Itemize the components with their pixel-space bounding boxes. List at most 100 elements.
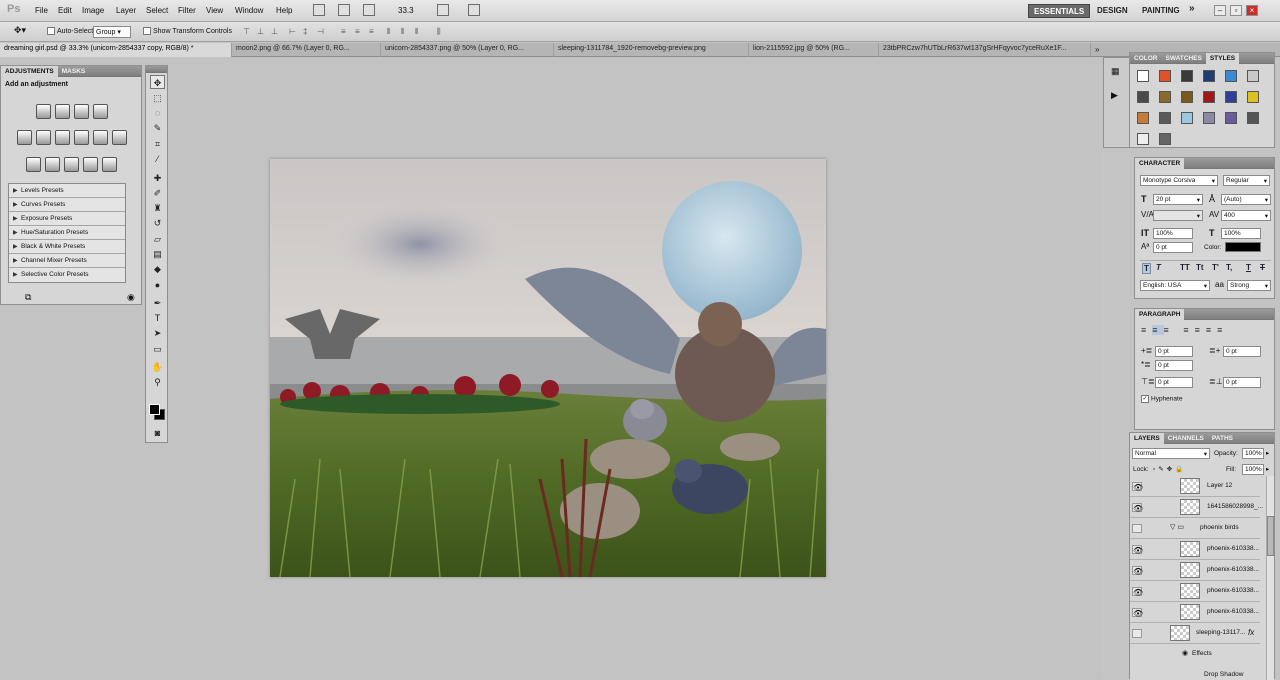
path-selection-tool-icon[interactable]: ➤ <box>150 326 165 340</box>
distribute-hcenter-icon[interactable]: ⦀ <box>401 27 411 37</box>
workspace-painting[interactable]: PAINTING <box>1137 4 1185 18</box>
view-extras-icon[interactable] <box>363 4 375 16</box>
opacity-slider-icon[interactable]: ▸ <box>1266 449 1269 457</box>
quick-mask-icon[interactable]: ◙ <box>150 426 165 440</box>
layer-row[interactable]: 👁 1641586028998_... <box>1130 497 1263 518</box>
screen-mode-icon[interactable] <box>468 4 480 16</box>
font-family-dropdown[interactable]: Monotype Corsiva ▾ <box>1140 175 1218 186</box>
layer-row[interactable]: 👁 phoenix-610338... <box>1130 602 1260 623</box>
history-panel-icon[interactable]: ▦ <box>1111 66 1120 77</box>
menu-layer[interactable]: Layer <box>116 6 136 15</box>
dodge-tool-icon[interactable]: ● <box>150 278 165 292</box>
layers-scrollbar-thumb[interactable] <box>1267 516 1274 556</box>
indent-right-field[interactable]: 0 pt <box>1223 346 1261 357</box>
opacity-field[interactable]: 100% <box>1242 448 1264 459</box>
preset-levels[interactable]: ▶ Levels Presets <box>9 184 125 198</box>
posterize-icon[interactable] <box>45 157 60 172</box>
tab-layers[interactable]: LAYERS <box>1130 433 1164 444</box>
clone-stamp-tool-icon[interactable]: ♜ <box>150 201 165 215</box>
photo-filter-icon[interactable] <box>93 130 108 145</box>
style-swatch[interactable] <box>1203 70 1215 82</box>
marquee-tool-icon[interactable]: ⬚ <box>150 91 165 105</box>
lasso-tool-icon[interactable]: ◌ <box>150 106 165 120</box>
tab-dreaming-girl[interactable]: dreaming girl.psd @ 33.3% (unicorn-28543… <box>0 43 232 57</box>
style-swatch[interactable] <box>1181 70 1193 82</box>
style-swatch[interactable] <box>1225 91 1237 103</box>
align-right-icon[interactable]: ⊣ <box>317 27 327 37</box>
auto-select-checkbox[interactable]: Auto-Select: <box>47 27 95 35</box>
style-swatch[interactable] <box>1137 70 1149 82</box>
distribute-bottom-icon[interactable]: ≡ <box>369 27 379 37</box>
pen-tool-icon[interactable]: ✒ <box>150 296 165 310</box>
clip-to-layer-icon[interactable]: ⧉ <box>25 292 31 303</box>
text-color-swatch[interactable] <box>1225 242 1261 252</box>
align-top-icon[interactable]: ⊤ <box>243 27 253 37</box>
small-caps-button[interactable]: Tt <box>1196 263 1204 272</box>
mini-bridge-icon[interactable] <box>338 4 350 16</box>
tab-channels[interactable]: CHANNELS <box>1164 433 1208 444</box>
fx-badge[interactable]: fx <box>1248 628 1254 637</box>
eye-icon[interactable]: 👁 <box>1132 503 1143 513</box>
style-swatch[interactable] <box>1203 91 1215 103</box>
tab-color[interactable]: COLOR <box>1130 53 1161 64</box>
tracking-field[interactable]: 400 ▾ <box>1221 210 1271 221</box>
preset-selective-color[interactable]: ▶ Selective Color Presets <box>9 268 125 282</box>
font-style-dropdown[interactable]: Regular ▾ <box>1223 175 1270 186</box>
indent-left-field[interactable]: 0 pt <box>1155 346 1193 357</box>
align-vcenter-icon[interactable]: ⊥ <box>257 27 267 37</box>
hue-saturation-icon[interactable] <box>36 130 51 145</box>
eye-icon[interactable]: 👁 <box>1132 545 1143 555</box>
blend-mode-dropdown[interactable]: Normal ▾ <box>1132 448 1210 459</box>
align-bottom-icon[interactable]: ⊥ <box>271 27 281 37</box>
more-tabs-icon[interactable]: » <box>1091 43 1103 57</box>
style-swatch[interactable] <box>1181 112 1193 124</box>
visibility-box[interactable] <box>1132 524 1142 533</box>
layer-row[interactable]: Drop Shadow <box>1130 665 1260 680</box>
foreground-color-swatch[interactable] <box>149 404 160 415</box>
space-after-field[interactable]: 0 pt <box>1223 377 1261 388</box>
tab-adjustments[interactable]: ADJUSTMENTS <box>1 66 58 77</box>
layer-row[interactable]: 👁 phoenix-610338... <box>1130 539 1260 560</box>
eye-icon[interactable]: 👁 <box>1132 482 1143 492</box>
style-swatch[interactable] <box>1137 91 1149 103</box>
language-dropdown[interactable]: English: USA ▾ <box>1140 280 1210 291</box>
menu-image[interactable]: Image <box>82 6 104 15</box>
more-workspaces-icon[interactable]: » <box>1184 1 1200 15</box>
blur-tool-icon[interactable]: ◆ <box>150 262 165 276</box>
visibility-box[interactable] <box>1132 650 1142 659</box>
zoom-level[interactable]: 33.3 <box>398 6 414 15</box>
show-transform-controls-checkbox[interactable]: Show Transform Controls <box>143 27 232 35</box>
underline-button[interactable]: T <box>1246 263 1251 272</box>
spot-healing-tool-icon[interactable]: ✚ <box>150 171 165 185</box>
faux-bold-button[interactable]: T <box>1142 263 1151 274</box>
lock-icons[interactable]: ▫✎✥🔒 <box>1153 465 1186 473</box>
color-balance-icon[interactable] <box>55 130 70 145</box>
move-tool-preset-icon[interactable]: ✥▾ <box>14 25 26 36</box>
font-size-field[interactable]: 20 pt ▾ <box>1153 194 1203 205</box>
vibrance-icon[interactable] <box>17 130 32 145</box>
align-hcenter-icon[interactable]: ‡ <box>303 27 313 37</box>
menu-select[interactable]: Select <box>146 6 168 15</box>
distribute-vcenter-icon[interactable]: ≡ <box>355 27 365 37</box>
tab-masks[interactable]: MASKS <box>58 66 89 77</box>
layer-row[interactable]: 👁 phoenix-610338... <box>1130 560 1260 581</box>
justify-last-left-icon[interactable]: ≡ <box>1183 325 1194 335</box>
tab-lion[interactable]: lion-2115592.jpg @ 50% (RG... <box>749 43 879 57</box>
style-swatch[interactable] <box>1225 112 1237 124</box>
arrange-documents-icon[interactable] <box>437 4 449 16</box>
style-swatch[interactable] <box>1225 70 1237 82</box>
black-white-icon[interactable] <box>74 130 89 145</box>
menu-filter[interactable]: Filter <box>178 6 196 15</box>
invert-icon[interactable] <box>26 157 41 172</box>
style-swatch[interactable] <box>1137 112 1149 124</box>
distribute-right-icon[interactable]: ⦀ <box>415 27 425 37</box>
style-swatch[interactable] <box>1159 133 1171 145</box>
preset-hue-saturation[interactable]: ▶ Hue/Saturation Presets <box>9 226 125 240</box>
hyphenate-checkbox[interactable]: ✓ Hyphenate <box>1141 395 1182 403</box>
style-swatch[interactable] <box>1247 91 1259 103</box>
tab-sleeping[interactable]: sleeping-1311784_1920-removebg-preview.p… <box>554 43 749 57</box>
actions-panel-icon[interactable]: ▶ <box>1111 90 1118 101</box>
style-swatch[interactable] <box>1159 112 1171 124</box>
style-swatch[interactable] <box>1137 133 1149 145</box>
preset-exposure[interactable]: ▶ Exposure Presets <box>9 212 125 226</box>
